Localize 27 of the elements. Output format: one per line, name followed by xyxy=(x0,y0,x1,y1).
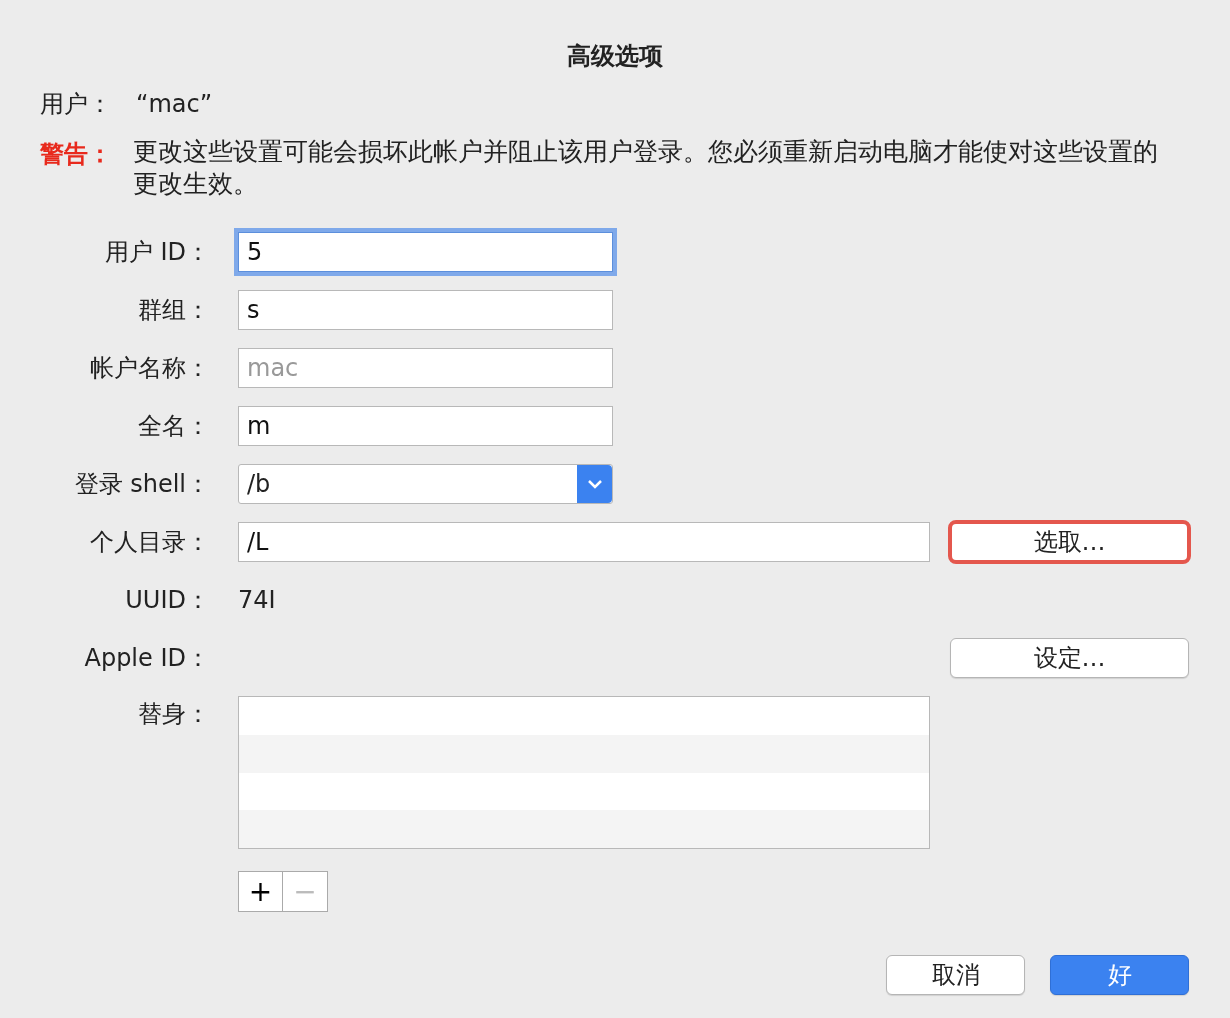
warning-text: 更改这些设置可能会损坏此帐户并阻止该用户登录。您必须重新启动电脑才能使对这些设置的更改生效。 xyxy=(133,136,1159,200)
popup-value: /b xyxy=(246,469,272,500)
input-field[interactable]: mac xyxy=(238,348,613,388)
input-field[interactable]: s xyxy=(238,290,613,330)
shell-popup[interactable]: /b xyxy=(238,464,613,504)
cancel-button[interactable]: 取消 xyxy=(886,955,1025,995)
field-label: 用户 ID： xyxy=(103,237,210,268)
input-field[interactable]: m xyxy=(238,406,613,446)
field-value: 74I xyxy=(238,585,277,616)
ok-button[interactable]: 好 xyxy=(1050,955,1189,995)
user-label: 用户： xyxy=(40,89,112,120)
field-label: 替身： xyxy=(137,699,210,730)
field-label: 个人目录： xyxy=(89,527,210,558)
chevron-down-icon[interactable] xyxy=(577,465,612,503)
field-label: 登录 shell： xyxy=(73,469,210,500)
user-name: “mac” xyxy=(136,89,213,120)
field-label: 群组： xyxy=(137,295,210,326)
input-field[interactable]: /L xyxy=(238,522,930,562)
field-label: 帐户名称： xyxy=(89,353,210,384)
field-label: UUID： xyxy=(124,585,210,616)
choose-button[interactable]: 选取… xyxy=(950,522,1189,562)
warning-label: 警告： xyxy=(40,139,113,170)
add-button[interactable]: + xyxy=(238,871,283,912)
field-label: Apple ID： xyxy=(83,643,210,674)
choose-button[interactable]: 设定… xyxy=(950,638,1189,678)
dialog-title: 高级选项 xyxy=(566,41,664,72)
field-label: 全名： xyxy=(137,411,210,442)
